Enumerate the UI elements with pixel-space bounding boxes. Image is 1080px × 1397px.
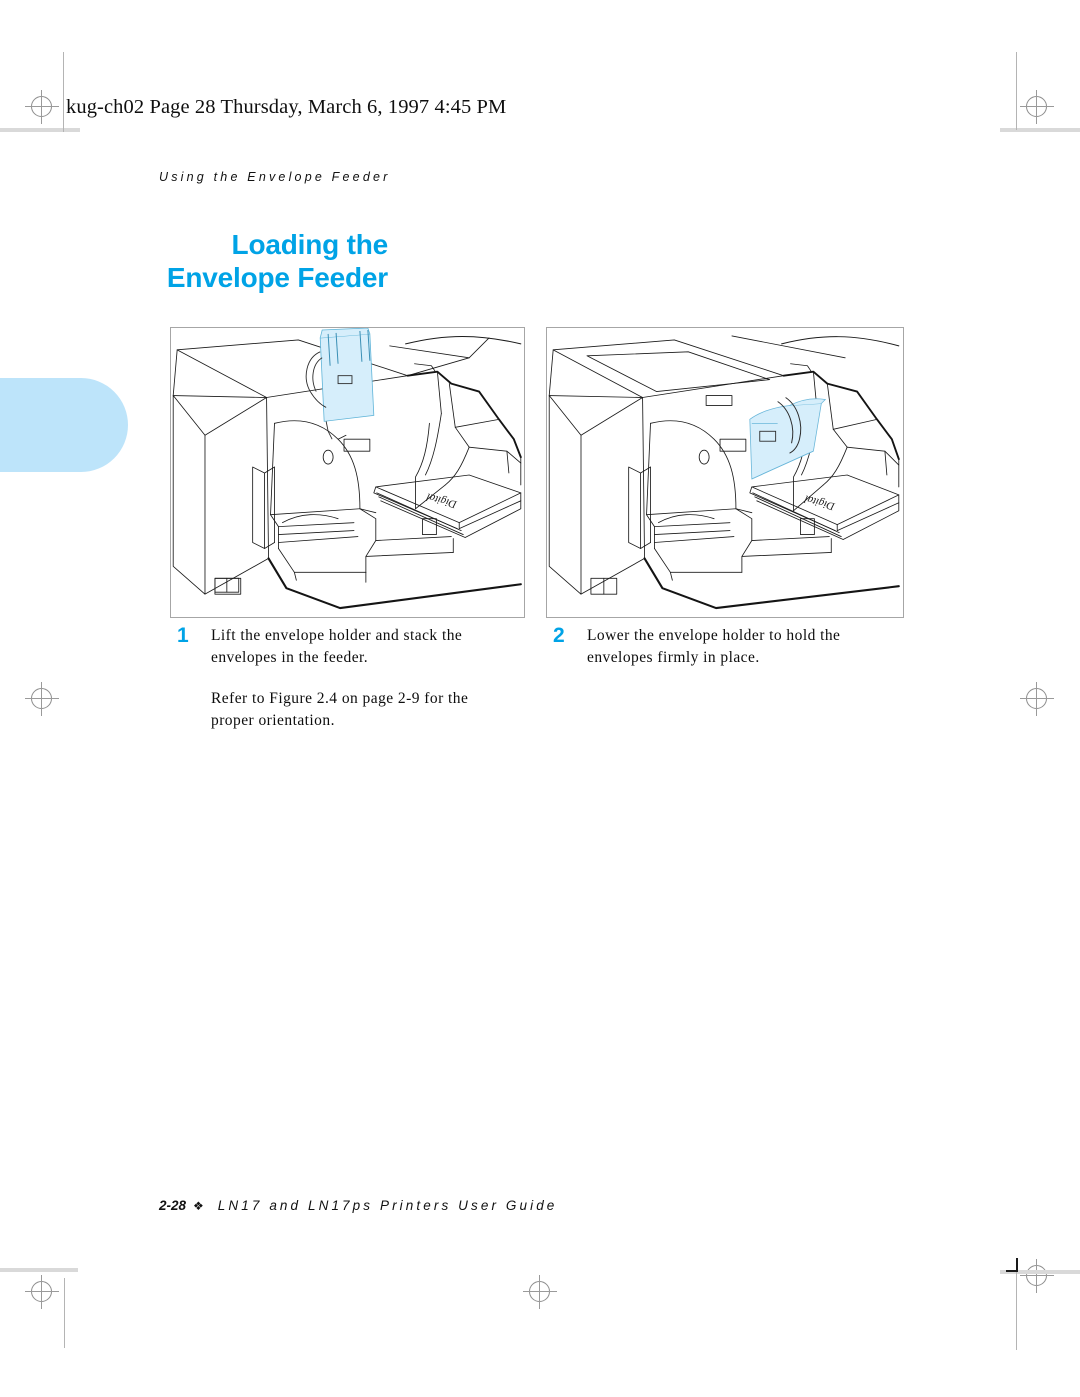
page-title-line2: Envelope Feeder (166, 262, 388, 293)
crop-line-left (63, 52, 64, 132)
step-2: 2 Lower the envelope holder to hold the … (553, 625, 888, 669)
registration-mark-bottom-right (1020, 1259, 1054, 1293)
running-head: Using the Envelope Feeder (159, 170, 391, 184)
crop-rule-top-left (0, 128, 80, 132)
figure-2-illustration: Digital (546, 327, 904, 618)
crop-line-bottom-right (1016, 1272, 1017, 1350)
step-2-body: Lower the envelope holder to hold the en… (587, 625, 888, 669)
registration-mark-mid-right (1020, 682, 1054, 716)
envelope-stack-label-2: Digital (803, 492, 837, 512)
page-footer: 2-28 ❖ LN17 and LN17ps Printers User Guide (159, 1198, 557, 1213)
step-1-paragraph-2: Refer to Figure 2.4 on page 2-9 for the … (211, 690, 469, 729)
page-title-line1: Loading the (231, 229, 389, 260)
step-2-paragraph-1: Lower the envelope holder to hold the en… (587, 627, 841, 666)
crop-line-right (1016, 52, 1017, 130)
registration-mark-bottom-center (523, 1275, 557, 1309)
envelope-stack-label-1: Digital (425, 490, 459, 510)
crop-rule-top-right (1000, 128, 1080, 132)
footer-guide-title: LN17 and LN17ps Printers User Guide (217, 1198, 558, 1213)
file-header-line: kug-ch02 Page 28 Thursday, March 6, 1997… (66, 96, 507, 118)
footer-page-number: 2-28 (159, 1198, 187, 1213)
footer-diamond-icon: ❖ (193, 1199, 204, 1213)
step-1: 1 Lift the envelope holder and stack the… (177, 625, 507, 732)
chapter-thumb-tab (0, 378, 128, 472)
registration-mark-top-right (1020, 90, 1054, 124)
registration-mark-top-left (25, 90, 59, 124)
crop-rule-bottom-left (0, 1268, 78, 1272)
step-1-number: 1 (177, 624, 189, 647)
crop-line-bottom-left (64, 1278, 65, 1348)
crop-rule-bottom-right (1000, 1270, 1080, 1274)
step-1-paragraph-1: Lift the envelope holder and stack the e… (211, 627, 463, 666)
registration-mark-bottom-left (25, 1275, 59, 1309)
figure-1-illustration: Digital (170, 327, 525, 618)
registration-mark-mid-left (25, 682, 59, 716)
corner-crop-mark-bottom-right (1006, 1258, 1022, 1272)
step-1-body: Lift the envelope holder and stack the e… (211, 625, 507, 732)
page-title: Loading the Envelope Feeder (0, 228, 388, 294)
step-2-number: 2 (553, 624, 565, 647)
